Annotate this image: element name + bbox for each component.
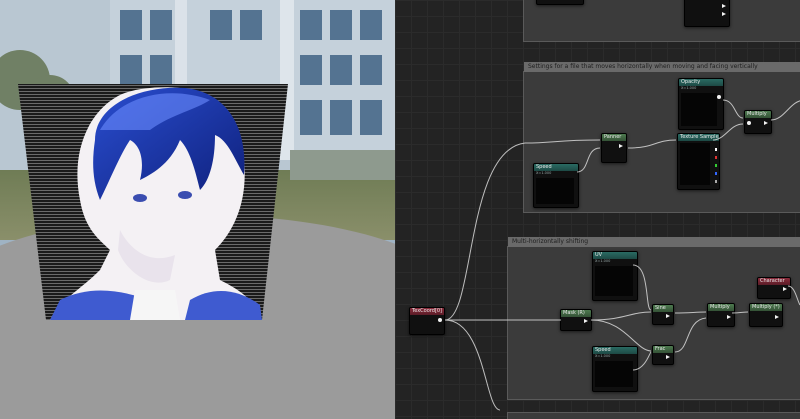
node-speed-sub: X=1.000 bbox=[536, 171, 552, 175]
node-texcoord-label: TexCoord[0] bbox=[410, 308, 444, 315]
comment-title-1: Settings for a file that moves horizonta… bbox=[524, 62, 800, 72]
material-graph-editor[interactable]: Settings for a file that moves horizonta… bbox=[395, 0, 800, 419]
node-sine-label: Sine bbox=[653, 305, 673, 312]
node-multiply-label: Multiply bbox=[745, 111, 771, 118]
node-frac-label: Frac bbox=[653, 346, 673, 353]
node-character-label: Character bbox=[758, 278, 790, 285]
node-speed[interactable]: Speed X=1.000 bbox=[533, 163, 579, 208]
node-multiply-b1[interactable]: Multiply bbox=[707, 303, 735, 327]
node-mask-label: Mask (R) bbox=[561, 310, 591, 317]
comment-box-multi-shift[interactable]: Multi-horizontally shifting UV X=1.000 M… bbox=[507, 237, 800, 400]
comment-box-top[interactable] bbox=[523, 0, 800, 42]
node-character[interactable]: Character bbox=[757, 277, 791, 299]
node-speed-bottom-sub: X=1.000 bbox=[595, 354, 611, 358]
node-texture-sample[interactable]: Texture Sample bbox=[677, 133, 720, 190]
comment-box-bottom[interactable] bbox=[507, 412, 800, 419]
node-texcoord[interactable]: TexCoord[0] bbox=[409, 307, 445, 335]
node-panner[interactable]: Panner bbox=[601, 133, 627, 163]
node-multiply[interactable]: Multiply bbox=[744, 110, 772, 134]
node-sine[interactable]: Sine bbox=[652, 304, 674, 325]
node-uv[interactable]: UV X=1.000 bbox=[592, 251, 638, 301]
node-top-left[interactable] bbox=[536, 0, 584, 5]
viewport-scene bbox=[0, 0, 395, 419]
comment-box-horizontal-move[interactable]: Settings for a file that moves horizonta… bbox=[523, 62, 800, 213]
node-mask[interactable]: Mask (R) bbox=[560, 309, 592, 331]
node-top-right[interactable] bbox=[684, 0, 730, 27]
node-frac[interactable]: Frac bbox=[652, 345, 674, 365]
node-uv-sub: X=1.000 bbox=[595, 259, 611, 263]
node-multiply-b1-label: Multiply bbox=[708, 304, 734, 311]
3d-viewport[interactable] bbox=[0, 0, 395, 419]
node-multiply-b2[interactable]: Multiply (*) bbox=[749, 303, 783, 327]
node-multiply-b2-label: Multiply (*) bbox=[750, 304, 782, 311]
node-speed-bottom-label: Speed bbox=[593, 347, 637, 354]
node-speed-label: Speed bbox=[534, 164, 578, 171]
node-panner-label: Panner bbox=[602, 134, 626, 141]
comment-title-2: Multi-horizontally shifting bbox=[508, 237, 800, 247]
node-speed-bottom[interactable]: Speed X=1.000 bbox=[592, 346, 638, 392]
node-opacity-label: Opacity bbox=[679, 79, 723, 86]
node-uv-label: UV bbox=[593, 252, 637, 259]
node-texture-sample-label: Texture Sample bbox=[678, 134, 719, 141]
node-opacity-sub: X=1.000 bbox=[681, 86, 697, 90]
node-opacity[interactable]: Opacity X=1.000 bbox=[678, 78, 724, 130]
anime-plane bbox=[18, 84, 288, 320]
